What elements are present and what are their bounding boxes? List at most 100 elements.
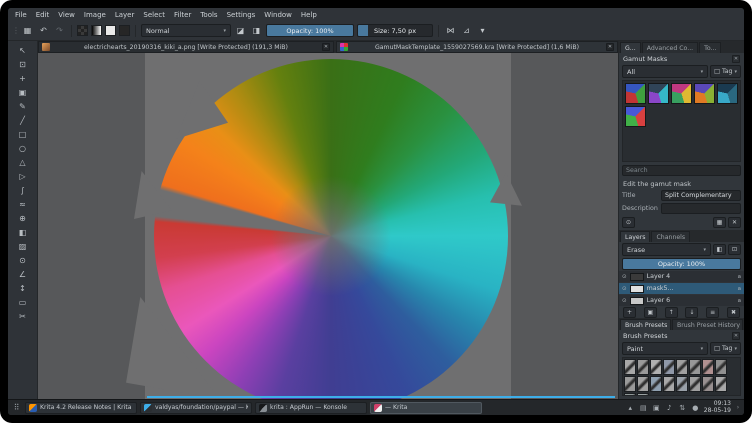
layer-opacity-slider[interactable]: Opacity: 100% <box>622 258 741 270</box>
tray-expand-icon[interactable]: ▴ <box>626 404 635 412</box>
gamut-mask-thumb[interactable] <box>671 83 692 104</box>
menu-item-window[interactable]: Window <box>264 11 292 19</box>
tool-move[interactable]: + <box>15 72 31 85</box>
tool-polyline[interactable]: ▷ <box>15 170 31 183</box>
tool-crop[interactable]: ▣ <box>15 86 31 99</box>
gamut-mask-thumb[interactable] <box>717 83 738 104</box>
preserve-alpha-icon[interactable]: ◪ <box>234 24 247 37</box>
mirror-icon[interactable]: ⋈ <box>444 24 457 37</box>
move-layer-up-icon[interactable]: ↑ <box>664 306 678 318</box>
brush-preset[interactable] <box>650 359 662 375</box>
menu-item-filter[interactable]: Filter <box>174 11 191 19</box>
alpha-icon[interactable]: a <box>738 298 741 304</box>
brush-preset[interactable] <box>689 359 701 375</box>
tool-bezier-curve[interactable]: ∫ <box>15 184 31 197</box>
tool-select-shapes[interactable]: ↖ <box>15 44 31 57</box>
add-layer-icon[interactable]: + <box>623 306 636 318</box>
tool-transform[interactable]: ⊡ <box>15 58 31 71</box>
layer-lock-icon[interactable]: ⊡ <box>728 244 741 255</box>
brush-preset[interactable] <box>715 359 727 375</box>
brush-preset[interactable] <box>715 376 727 392</box>
brush-preset[interactable] <box>624 359 636 375</box>
tool-ellipse[interactable]: ○ <box>15 142 31 155</box>
mask-title-input[interactable]: Split Complementary <box>661 190 741 201</box>
toolbar-overflow-icon[interactable]: ▾ <box>476 24 489 37</box>
visibility-icon[interactable]: ⊙ <box>622 286 627 292</box>
volume-icon[interactable]: ♪ <box>665 404 674 412</box>
taskbar-item[interactable]: Krita 4.2 Release Notes | Krita -... <box>25 401 137 414</box>
menu-item-file[interactable]: File <box>15 11 27 19</box>
clipboard-icon[interactable]: ▣ <box>652 404 661 412</box>
mask-description-input[interactable] <box>661 203 741 214</box>
tag-filter-button[interactable]: □ Tag ▾ <box>710 65 741 78</box>
gamut-mask-thumb[interactable] <box>625 83 646 104</box>
opacity-slider[interactable]: Opacity: 100% <box>266 24 354 37</box>
undo-icon[interactable]: ↶ <box>37 24 50 37</box>
tool-polygon[interactable]: △ <box>15 156 31 169</box>
gamut-mask-thumb[interactable] <box>694 83 715 104</box>
tool-assistants[interactable]: ∠ <box>15 268 31 281</box>
brush-preset[interactable] <box>663 359 675 375</box>
tab-advanced-color-selector[interactable]: Advanced Co... <box>641 42 699 53</box>
canvas-scrollbar[interactable] <box>147 396 615 398</box>
taskbar-item[interactable]: — Krita <box>370 401 482 414</box>
save-mask-icon[interactable]: ▦ <box>713 217 726 228</box>
tab-channels[interactable]: Channels <box>651 231 691 242</box>
tool-fill[interactable]: ◧ <box>15 226 31 239</box>
panel-edge-icon[interactable]: › <box>735 404 741 411</box>
visibility-icon[interactable]: ⊙ <box>622 298 627 304</box>
menu-item-view[interactable]: View <box>58 11 75 19</box>
layer-row[interactable]: ⊙ mask5... a <box>619 283 744 295</box>
tool-freehand-select[interactable]: ✂ <box>15 310 31 323</box>
tool-dynamic-brush[interactable]: ≈ <box>15 198 31 211</box>
brush-preset[interactable] <box>637 393 649 395</box>
tool-gradient[interactable]: ▨ <box>15 240 31 253</box>
blending-mode-select[interactable]: Normal ▾ <box>141 24 231 37</box>
clock[interactable]: 09:13 28-05-19 <box>704 400 731 414</box>
brush-preset[interactable] <box>637 376 649 392</box>
tab-brush-presets[interactable]: Brush Presets <box>620 319 671 330</box>
document-tab-kiki[interactable]: electrichearts_20190316_kiki_a.png [Writ… <box>38 41 334 53</box>
notifications-icon[interactable]: ● <box>691 404 700 412</box>
delete-layer-icon[interactable]: ✖ <box>726 306 740 318</box>
alpha-icon[interactable]: a <box>738 274 741 280</box>
menu-item-edit[interactable]: Edit <box>36 11 50 19</box>
foreground-color-swatch[interactable] <box>105 25 116 36</box>
brush-preset[interactable] <box>663 376 675 392</box>
canvas-area[interactable] <box>38 53 618 399</box>
brush-size-slider[interactable]: Size: 7,50 px <box>357 24 433 37</box>
brush-preset[interactable] <box>702 376 714 392</box>
taskbar-item[interactable]: krita : AppRun — Konsole <box>255 401 367 414</box>
menu-item-select[interactable]: Select <box>143 11 165 19</box>
cancel-mask-icon[interactable]: ✕ <box>728 217 741 228</box>
duplicate-layer-icon[interactable]: ▣ <box>643 306 657 318</box>
brush-preset[interactable] <box>689 376 701 392</box>
tab-touch-docker[interactable]: To... <box>699 42 722 53</box>
tag-filter-button[interactable]: □ Tag ▾ <box>710 342 741 355</box>
layer-properties-icon[interactable]: ≡ <box>706 306 720 318</box>
brush-preset[interactable] <box>624 376 636 392</box>
background-color-swatch[interactable] <box>119 25 130 36</box>
tool-freehand-brush[interactable]: ✎ <box>15 100 31 113</box>
preview-mask-icon[interactable]: ⊙ <box>622 217 635 228</box>
network-icon[interactable]: ⇅ <box>678 404 687 412</box>
alpha-icon[interactable]: a <box>738 286 741 292</box>
app-launcher-icon[interactable]: ⠿ <box>11 402 22 413</box>
layer-row[interactable]: ⊙ Layer 6 a <box>619 295 744 306</box>
brush-preset[interactable] <box>702 359 714 375</box>
layer-blending-mode-select[interactable]: Erase ▾ <box>622 243 711 256</box>
brush-filter-select[interactable]: Paint ▾ <box>622 342 709 355</box>
tool-line[interactable]: ╱ <box>15 114 31 127</box>
pattern-chooser[interactable] <box>77 25 88 36</box>
gamut-mask-thumb[interactable] <box>625 106 646 127</box>
tab-gamut-masks[interactable]: G... <box>620 42 641 53</box>
search-input[interactable]: Search <box>622 165 741 176</box>
layer-row[interactable]: ⊙ Layer 4 a <box>619 271 744 283</box>
tool-color-sampler[interactable]: ⊙ <box>15 254 31 267</box>
close-icon[interactable]: ✕ <box>732 331 740 340</box>
gamut-filter-select[interactable]: All ▾ <box>622 65 709 78</box>
move-layer-down-icon[interactable]: ↓ <box>685 306 699 318</box>
redo-icon[interactable]: ↷ <box>53 24 66 37</box>
save-icon[interactable]: ▦ <box>21 24 34 37</box>
document-tab-gamut-template[interactable]: GamutMaskTemplate_1559027569.kra [Write … <box>336 41 618 53</box>
